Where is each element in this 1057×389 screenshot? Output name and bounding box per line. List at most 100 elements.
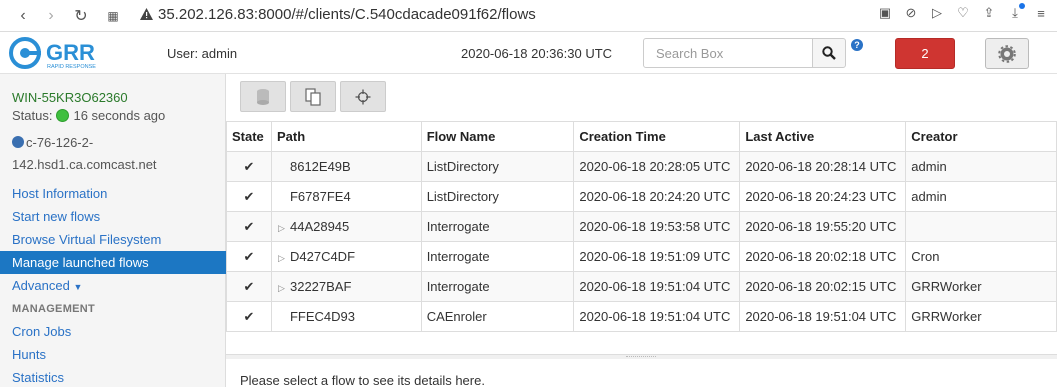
nav-cron-jobs[interactable]: Cron Jobs: [0, 320, 226, 343]
expand-triangle-icon[interactable]: ▷: [278, 283, 290, 294]
heart-icon[interactable]: ♡: [955, 5, 971, 21]
settings-button[interactable]: [985, 38, 1029, 69]
flows-toolbar: [240, 81, 386, 112]
warning-icon: [140, 8, 153, 23]
table-header-row: State Path Flow Name Creation Time Last …: [226, 121, 1057, 152]
creation-time-cell: 2020-06-18 19:51:04 UTC: [573, 301, 741, 332]
menu-icon[interactable]: ≡: [1033, 5, 1049, 21]
app-header: GRR RAPID RESPONSE User: admin 2020-06-1…: [0, 32, 1057, 74]
camera-icon[interactable]: ▣: [877, 5, 893, 21]
block-icon[interactable]: ⊘: [903, 5, 919, 21]
expand-triangle-icon[interactable]: ▷: [278, 253, 290, 264]
globe-icon: [12, 136, 24, 148]
col-state[interactable]: State: [226, 121, 272, 152]
nav-hunts[interactable]: Hunts: [0, 343, 226, 366]
col-creation-time[interactable]: Creation Time: [573, 121, 741, 152]
path-cell: ▷ 44A28945: [270, 211, 422, 242]
reload-icon[interactable]: ↻: [68, 3, 94, 29]
table-row[interactable]: ✔ 8612E49B ListDirectory 2020-06-18 20:2…: [226, 151, 1057, 182]
checkmark-icon: ✔: [243, 278, 255, 294]
client-name[interactable]: WIN-55KR3O62360: [12, 90, 128, 105]
database-icon: [257, 88, 269, 105]
help-icon[interactable]: ?: [851, 39, 863, 51]
nav-manage-launched-flows[interactable]: Manage launched flows: [0, 251, 226, 274]
last-active-cell: 2020-06-18 19:55:20 UTC: [739, 211, 907, 242]
last-active-cell: 2020-06-18 20:24:23 UTC: [739, 181, 907, 212]
download-icon[interactable]: ⤓: [1007, 3, 1025, 21]
logo-text: GRR: [46, 40, 95, 65]
nav-start-new-flows[interactable]: Start new flows: [0, 205, 226, 228]
gear-icon: [998, 44, 1016, 63]
browser-toolbar: ‹ › ↻ ▦ 35.202.126.83:8000/#/clients/C.5…: [0, 0, 1057, 32]
send-icon[interactable]: ▷: [929, 5, 945, 21]
col-creator[interactable]: Creator: [905, 121, 1057, 152]
last-active-cell: 2020-06-18 20:28:14 UTC: [739, 151, 907, 182]
grid-icon[interactable]: ▦: [100, 3, 126, 29]
col-last-active[interactable]: Last Active: [739, 121, 907, 152]
creator-cell: [905, 211, 1057, 242]
nav-statistics[interactable]: Statistics: [0, 366, 226, 389]
creator-cell: admin: [905, 181, 1057, 212]
expand-triangle-icon[interactable]: ▷: [278, 223, 290, 234]
locate-button[interactable]: [340, 81, 386, 112]
col-flow-name[interactable]: Flow Name: [420, 121, 575, 152]
status-time: 16 seconds ago: [73, 108, 166, 123]
cancel-flow-button[interactable]: [240, 81, 286, 112]
state-cell: ✔: [226, 241, 272, 272]
flow-name-cell: ListDirectory: [420, 181, 575, 212]
creator-cell: GRRWorker: [905, 301, 1057, 332]
state-cell: ✔: [226, 271, 272, 302]
table-row[interactable]: ✔ FFEC4D93 CAEnroler 2020-06-18 19:51:04…: [226, 301, 1057, 332]
flow-name-cell: Interrogate: [420, 241, 575, 272]
search-button[interactable]: [812, 38, 846, 68]
path-cell: ▷ 32227BAF: [270, 271, 422, 302]
nav-browse-virtual-filesystem[interactable]: Browse Virtual Filesystem: [0, 228, 226, 251]
grr-logo[interactable]: GRR RAPID RESPONSE: [8, 35, 123, 71]
flows-table: State Path Flow Name Creation Time Last …: [226, 121, 1057, 332]
notifications-button[interactable]: 2: [895, 38, 955, 69]
online-status-icon: [56, 109, 70, 122]
checkmark-icon: ✔: [243, 158, 255, 174]
share-icon[interactable]: ⇪: [981, 5, 997, 21]
path-text: F6787FE4: [289, 189, 351, 204]
nav-advanced[interactable]: Advanced ▼: [0, 274, 226, 297]
flow-name-cell: CAEnroler: [420, 301, 575, 332]
table-row[interactable]: ✔ F6787FE4 ListDirectory 2020-06-18 20:2…: [226, 181, 1057, 212]
state-cell: ✔: [226, 211, 272, 242]
forward-icon[interactable]: ›: [38, 3, 64, 29]
address-bar[interactable]: 35.202.126.83:8000/#/clients/C.540cdacad…: [158, 6, 536, 23]
state-cell: ✔: [226, 181, 272, 212]
flow-name-cell: Interrogate: [420, 211, 575, 242]
status-label: Status:: [12, 108, 53, 123]
path-text: 32227BAF: [289, 279, 352, 294]
nav-host-information[interactable]: Host Information: [0, 182, 226, 205]
client-status: Status: 16 seconds ago: [12, 108, 165, 123]
creator-cell: GRRWorker: [905, 271, 1057, 302]
copy-icon: [305, 87, 321, 106]
splitter-grip[interactable]: [626, 356, 656, 358]
caret-down-icon: ▼: [73, 282, 83, 292]
creator-cell: Cron: [905, 241, 1057, 272]
hostname-text: c-76-126-2-142.hsd1.ca.comcast.net: [12, 135, 157, 172]
search-input[interactable]: [643, 38, 813, 68]
back-icon[interactable]: ‹: [10, 3, 36, 29]
checkmark-icon: ✔: [243, 308, 255, 324]
creation-time-cell: 2020-06-18 19:53:58 UTC: [573, 211, 741, 242]
path-text: FFEC4D93: [289, 309, 356, 324]
logo-subtext: RAPID RESPONSE: [47, 64, 96, 70]
checkmark-icon: ✔: [243, 188, 255, 204]
crosshair-icon: [355, 89, 371, 104]
copy-flow-button[interactable]: [290, 81, 336, 112]
state-cell: ✔: [226, 301, 272, 332]
last-active-cell: 2020-06-18 19:51:04 UTC: [739, 301, 907, 332]
pane-splitter[interactable]: [226, 354, 1057, 359]
creator-cell: admin: [905, 151, 1057, 182]
path-text: D427C4DF: [289, 249, 356, 264]
col-path[interactable]: Path: [270, 121, 422, 152]
flow-name-cell: Interrogate: [420, 271, 575, 302]
path-cell: FFEC4D93: [270, 301, 422, 332]
last-active-cell: 2020-06-18 20:02:18 UTC: [739, 241, 907, 272]
table-row[interactable]: ✔ ▷ 44A28945 Interrogate 2020-06-18 19:53…: [226, 211, 1057, 242]
table-row[interactable]: ✔ ▷ 32227BAF Interrogate 2020-06-18 19:51…: [226, 271, 1057, 302]
table-row[interactable]: ✔ ▷ D427C4DF Interrogate 2020-06-18 19:51…: [226, 241, 1057, 272]
